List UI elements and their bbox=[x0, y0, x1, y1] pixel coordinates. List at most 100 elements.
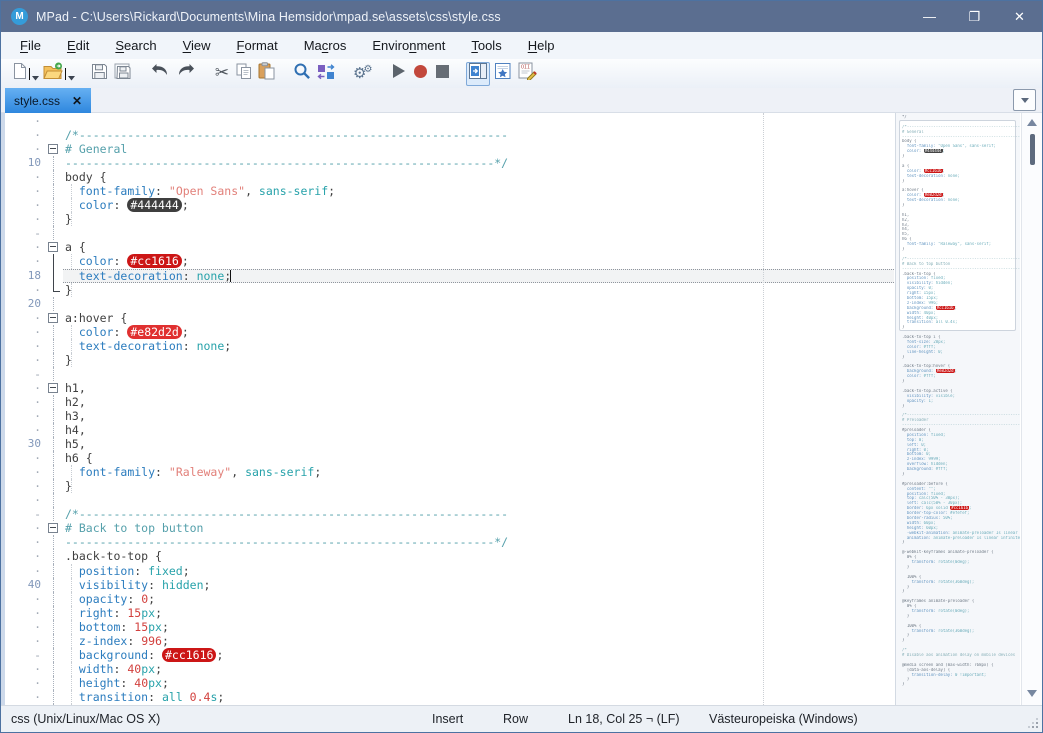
window-title: MPad - C:\Users\Rickard\Documents\Mina H… bbox=[36, 9, 501, 24]
undo-button[interactable] bbox=[148, 62, 172, 86]
close-button[interactable]: ✕ bbox=[997, 1, 1042, 32]
open-file-dropdown-button[interactable] bbox=[65, 67, 75, 80]
code-line: ·} bbox=[5, 479, 894, 494]
line-number: · bbox=[34, 310, 41, 325]
code-line: · h4, bbox=[5, 423, 894, 438]
fold-margin bbox=[45, 647, 63, 662]
save-all-button[interactable] bbox=[112, 62, 134, 86]
save-button[interactable] bbox=[89, 62, 110, 86]
fold-toggle-icon[interactable] bbox=[45, 311, 63, 325]
resize-grip[interactable] bbox=[1028, 718, 1038, 728]
code-line: · right: 15px; bbox=[5, 605, 894, 620]
stop-macro-button[interactable] bbox=[432, 62, 452, 86]
code-line: 18 text-decoration: none; bbox=[5, 268, 894, 283]
minimap-preview[interactable]: *//*------------------------------------… bbox=[895, 113, 1020, 705]
fold-margin bbox=[45, 296, 63, 311]
cut-icon: ✂ bbox=[214, 63, 230, 82]
menu-item-help[interactable]: Help bbox=[515, 34, 568, 57]
code-line: · h1, bbox=[5, 381, 894, 395]
code-line: 40 visibility: hidden; bbox=[5, 577, 894, 592]
code-line: - bbox=[5, 226, 894, 241]
copy-button[interactable] bbox=[234, 62, 254, 86]
fold-toggle-icon[interactable] bbox=[45, 142, 63, 156]
menu-item-environment[interactable]: Environment bbox=[359, 34, 458, 57]
menu-item-file[interactable]: File bbox=[7, 34, 54, 57]
fold-margin bbox=[45, 619, 63, 634]
menu-item-tools[interactable]: Tools bbox=[458, 34, 514, 57]
maximize-button[interactable]: ❐ bbox=[952, 1, 997, 32]
record-macro-button[interactable] bbox=[410, 62, 430, 86]
text-cursor bbox=[230, 270, 232, 283]
fold-margin bbox=[45, 563, 63, 578]
code-line: · bbox=[5, 493, 894, 508]
paste-button[interactable] bbox=[256, 62, 277, 86]
code-line: · ---------------------------------------… bbox=[5, 535, 894, 550]
open-folder-icon bbox=[43, 62, 64, 85]
line-number: · bbox=[34, 465, 41, 480]
line-number: 40 bbox=[27, 577, 41, 591]
fold-toggle-icon[interactable] bbox=[45, 521, 63, 535]
fold-margin bbox=[45, 338, 63, 353]
settings-button[interactable]: ⚙⚙ bbox=[351, 62, 374, 86]
code-line: ·/*-------------------------------------… bbox=[5, 128, 894, 142]
fold-margin bbox=[45, 156, 63, 171]
code-line: · color: #444444; bbox=[5, 198, 894, 213]
fold-margin bbox=[45, 394, 63, 410]
vertical-scrollbar[interactable] bbox=[1021, 113, 1042, 705]
minimize-button[interactable]: — bbox=[907, 1, 952, 32]
fold-margin bbox=[45, 633, 63, 648]
toggle-preview-pane-button[interactable] bbox=[466, 61, 491, 86]
find-button[interactable] bbox=[291, 62, 313, 86]
replace-button[interactable] bbox=[315, 62, 337, 86]
new-file-dropdown-button[interactable] bbox=[29, 67, 39, 80]
chevron-down-icon bbox=[1020, 97, 1029, 103]
open-file-button[interactable] bbox=[41, 62, 66, 86]
code-editor[interactable]: · ·/*------------------------------------… bbox=[5, 113, 894, 705]
menu-item-search[interactable]: Search bbox=[102, 34, 169, 57]
menu-item-edit[interactable]: Edit bbox=[54, 34, 102, 57]
record-icon bbox=[413, 64, 428, 84]
run-macro-button[interactable] bbox=[388, 62, 408, 86]
code-line: · # General bbox=[5, 142, 894, 156]
fold-margin bbox=[45, 254, 63, 269]
line-number: · bbox=[34, 423, 41, 438]
tab-list-dropdown-button[interactable] bbox=[1013, 89, 1036, 111]
caret-down-icon bbox=[68, 68, 75, 85]
line-number: · bbox=[34, 535, 41, 550]
scroll-down-arrow-icon[interactable] bbox=[1027, 690, 1037, 697]
status-encoding: Västeuropeiska (Windows) bbox=[709, 712, 858, 726]
toolbar-separator bbox=[278, 73, 290, 74]
code-line: · .back-to-top { bbox=[5, 549, 894, 564]
menu-item-view[interactable]: View bbox=[170, 34, 224, 57]
tab-style-css[interactable]: style.css ✕ bbox=[5, 88, 92, 113]
scroll-up-arrow-icon[interactable] bbox=[1027, 119, 1037, 126]
scrollbar-thumb[interactable] bbox=[1030, 134, 1035, 165]
fold-margin bbox=[45, 549, 63, 564]
fold-toggle-icon[interactable] bbox=[45, 240, 63, 254]
status-caret-position: Ln 18, Col 25 ¬ (LF) bbox=[568, 712, 680, 726]
menu-item-macros[interactable]: Macros bbox=[291, 34, 360, 57]
redo-button[interactable] bbox=[174, 62, 198, 86]
code-line: · color: #cc1616; bbox=[5, 254, 894, 269]
fold-margin bbox=[45, 352, 63, 367]
cut-button[interactable]: ✂ bbox=[212, 62, 232, 86]
line-number: · bbox=[34, 324, 41, 339]
fold-toggle-icon[interactable] bbox=[45, 381, 63, 395]
toolbar-separator bbox=[76, 73, 88, 74]
document-favorite-button[interactable] bbox=[492, 62, 514, 86]
menu-item-format[interactable]: Format bbox=[224, 34, 291, 57]
line-number: · bbox=[34, 591, 41, 606]
line-number: · bbox=[34, 563, 41, 578]
edit-macros-button[interactable]: OII bbox=[516, 62, 539, 86]
line-number: · bbox=[34, 394, 41, 409]
fold-margin bbox=[45, 114, 63, 128]
code-line: · text-decoration: none; bbox=[5, 338, 894, 353]
new-file-button[interactable] bbox=[10, 62, 30, 86]
toolbar: ✂ ⚙⚙ OII bbox=[1, 59, 1042, 88]
line-number: · bbox=[34, 689, 41, 704]
fold-margin bbox=[45, 689, 63, 705]
tab-close-icon[interactable]: ✕ bbox=[72, 94, 82, 108]
code-line: ·} bbox=[5, 212, 894, 227]
code-line: · bbox=[5, 114, 894, 128]
fold-margin bbox=[45, 577, 63, 592]
